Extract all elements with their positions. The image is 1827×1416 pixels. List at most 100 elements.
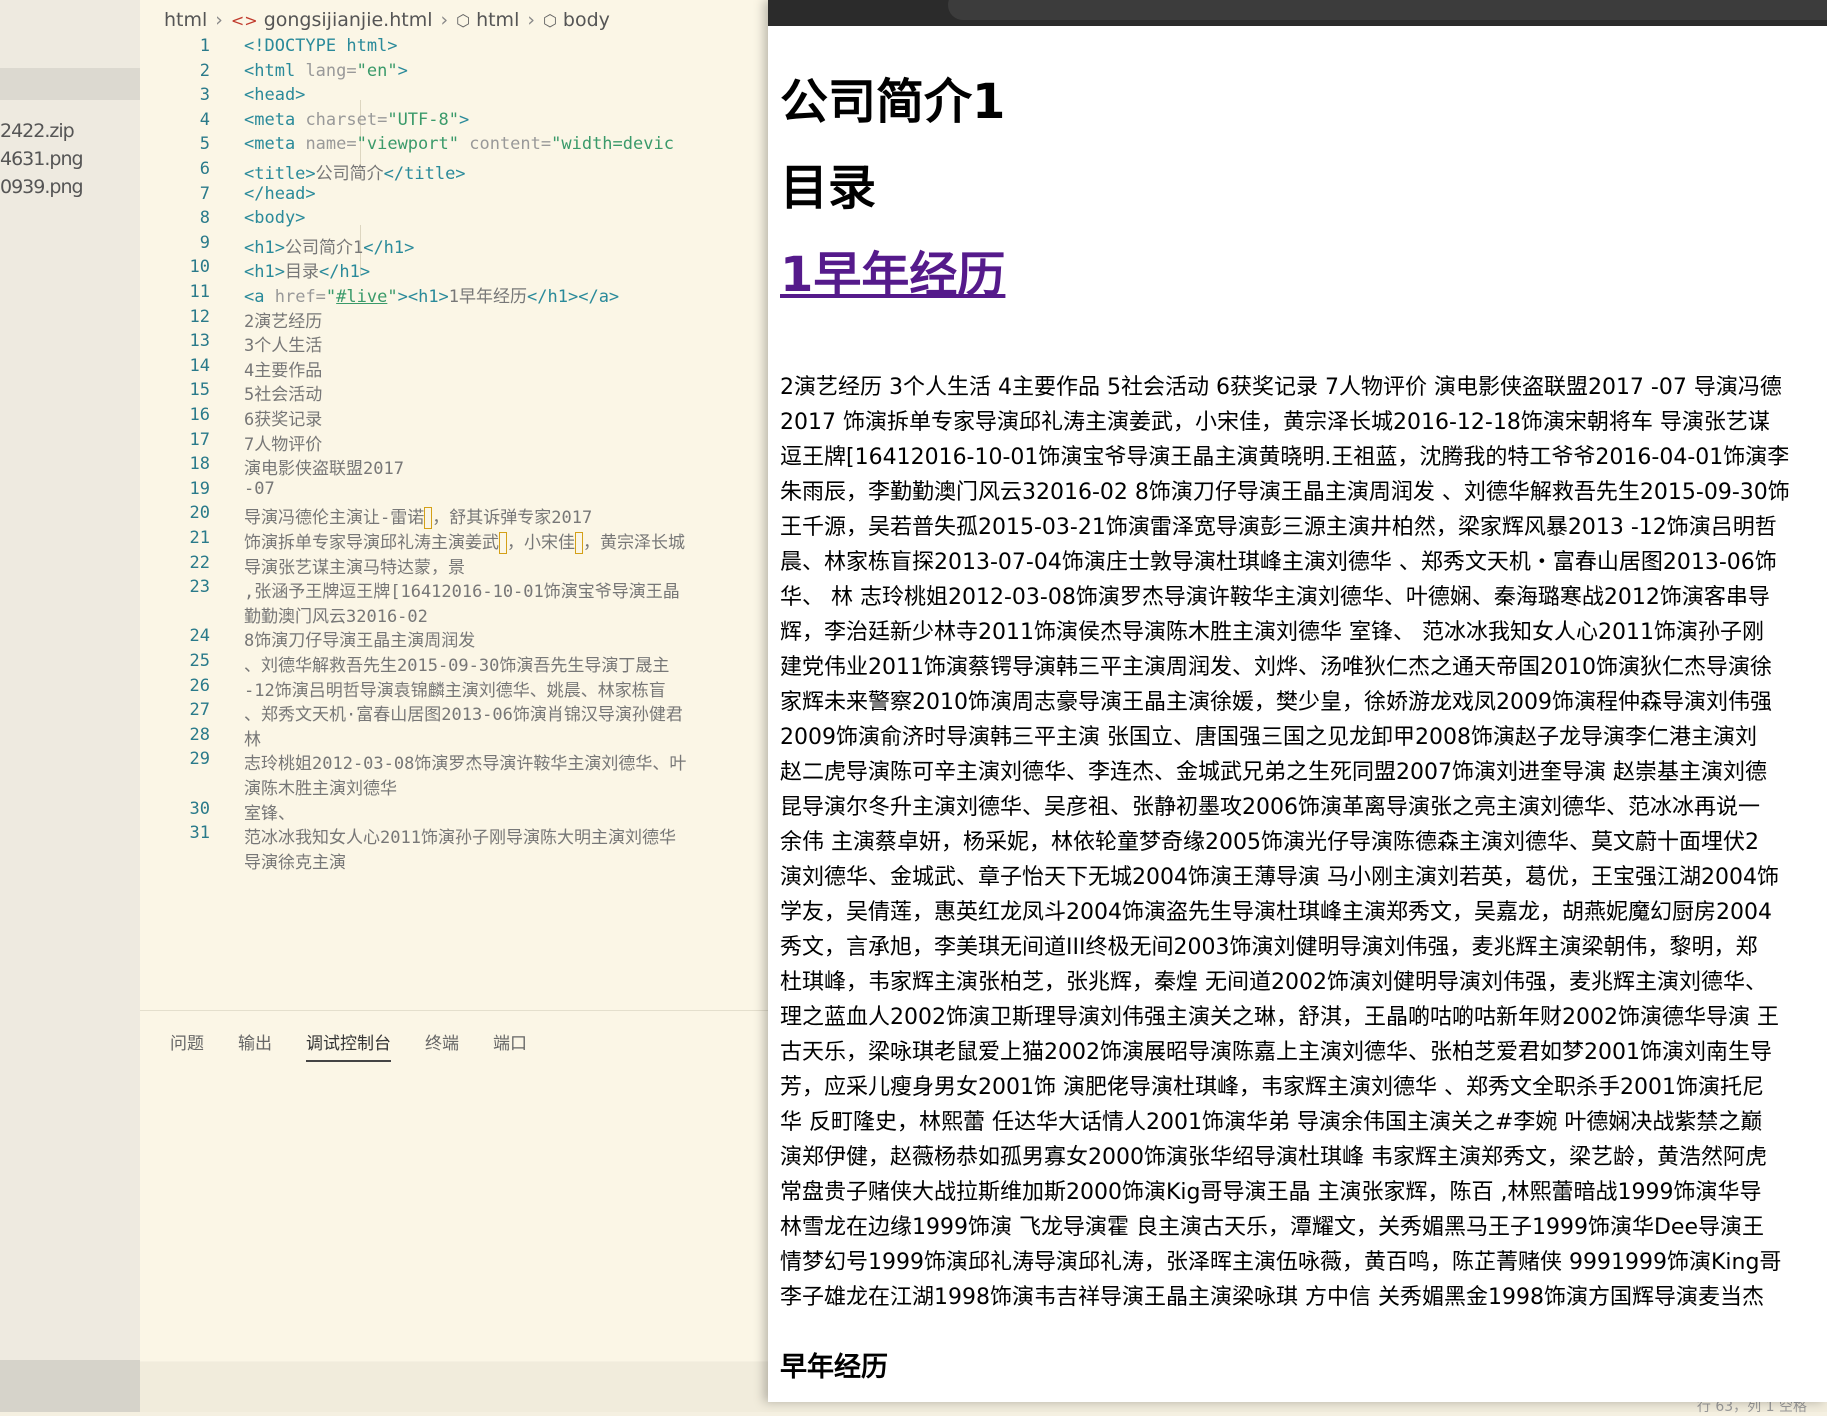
- paragraph-line: 2演艺经历 3个人生活 4主要作品 5社会活动 6获奖记录 7人物评价 演电影侠…: [780, 375, 1782, 400]
- line-number: 9: [199, 232, 210, 253]
- browser-window: 公司简介1 目录 1早年经历 2演艺经历 3个人生活 4主要作品 5社会活动 6…: [768, 0, 1827, 1402]
- line-number: 29: [189, 749, 210, 770]
- code-line[interactable]: <meta name="viewport" content="width=dev…: [244, 134, 674, 154]
- line-number: 20: [189, 503, 210, 524]
- code-line[interactable]: 6获奖记录: [244, 405, 322, 430]
- code-line[interactable]: 范冰冰我知女人心2011饰演孙子刚导演陈大明主演刘德华: [244, 823, 676, 848]
- code-line[interactable]: 演电影侠盗联盟2017: [244, 454, 404, 479]
- element-icon: ⬡: [542, 10, 557, 30]
- panel-tab[interactable]: 调试控制台: [306, 1029, 391, 1062]
- panel-tab[interactable]: 输出: [238, 1029, 272, 1062]
- line-number: 1: [199, 36, 210, 56]
- breadcrumb-item[interactable]: html: [164, 9, 207, 31]
- paragraph-line: 2009饰演俞济时导演韩三平主演 张国立、唐国强三国之见龙卸甲2008饰演赵子龙…: [780, 725, 1757, 750]
- file-item[interactable]: 0939.png: [0, 176, 84, 198]
- code-line[interactable]: 室锋、: [244, 799, 295, 824]
- toc-heading: 目录: [780, 160, 877, 216]
- code-line[interactable]: <h1>公司简介1</h1>: [244, 233, 414, 258]
- paragraph-line: 杜琪峰，韦家辉主演张柏芝，张兆辉，秦煌 无间道2002饰演刘健明导演刘伟强，麦兆…: [780, 970, 1767, 995]
- line-number: 13: [189, 331, 210, 352]
- paragraph-line: 古天乐，梁咏琪老鼠爱上猫2002饰演展昭导演陈嘉上主演刘德华、张柏芝爱君如梦20…: [780, 1040, 1772, 1065]
- paragraph-line: 建党伟业2011饰演蔡锷导演韩三平主演周润发、刘烨、汤唯狄仁杰之通天帝国2010…: [780, 655, 1772, 680]
- code-line[interactable]: 3个人生活: [244, 331, 322, 356]
- line-number: 6: [199, 159, 210, 179]
- panel-tab[interactable]: 终端: [425, 1029, 459, 1062]
- line-number: 22: [189, 552, 210, 573]
- paragraph-line: 晨、林家栋盲探2013-07-04饰演庄士敦导演杜琪峰主演刘德华 、郑秀文天机・…: [780, 550, 1777, 575]
- page-title: 公司简介1: [780, 74, 1006, 130]
- file-item[interactable]: 2422.zip: [0, 120, 75, 142]
- panel-tab[interactable]: 问题: [170, 1029, 204, 1062]
- code-line[interactable]: 4主要作品: [244, 356, 322, 381]
- code-line[interactable]: 、刘德华解救吾先生2015-09-30饰演吾先生导演丁晟主: [244, 651, 669, 676]
- line-number: 21: [189, 528, 210, 548]
- code-line[interactable]: -07: [244, 479, 275, 499]
- breadcrumb-item[interactable]: html: [476, 9, 519, 31]
- code-line[interactable]: <body>: [244, 208, 305, 228]
- paragraph-line: 常盘贵子赌侠大战拉斯维加斯2000饰演Kig哥导演王晶 主演张家辉，陈百 ,林熙…: [780, 1180, 1762, 1205]
- panel-tabs: 问题 输出 调试控制台 终端 端口: [170, 1029, 561, 1062]
- line-number: 17: [189, 429, 210, 450]
- code-line[interactable]: <html lang="en">: [244, 61, 408, 81]
- breadcrumb: html › <> gongsijianjie.html › ⬡ html › …: [140, 0, 768, 40]
- paragraph-line: 演刘德华、金城武、章子怡天下无城2004饰演王薄导演 马小刚主演刘若英，葛优，王…: [780, 865, 1779, 890]
- paragraph-line: 秀文，言承旭，李美琪无间道III终极无间2003饰演刘健明导演刘伟强，麦兆辉主演…: [780, 935, 1758, 960]
- line-number: 10: [189, 257, 210, 278]
- paragraph-line: 学友，吴倩莲，惠英红龙凤斗2004饰演盗先生导演杜琪峰主演郑秀文，吴嘉龙，胡燕妮…: [780, 900, 1772, 925]
- line-number: 19: [189, 478, 210, 499]
- code-line[interactable]: 5社会活动: [244, 380, 322, 405]
- code-editor[interactable]: html › <> gongsijianjie.html › ⬡ html › …: [140, 0, 768, 1010]
- code-line[interactable]: <a href="#live"><h1>1早年经历</h1></a>: [244, 282, 619, 307]
- line-number: 18: [189, 454, 210, 475]
- code-line[interactable]: <head>: [244, 85, 305, 105]
- code-line[interactable]: 7人物评价: [244, 430, 322, 455]
- line-number: 25: [189, 651, 210, 671]
- code-line[interactable]: 、郑秀文天机·富春山居图2013-06饰演肖锦汉导演孙健君: [244, 700, 683, 725]
- paragraph-line: 情梦幻号1999饰演邱礼涛导演邱礼涛，张泽晖主演伍咏薇，黄百鸣，陈芷菁赌侠 99…: [780, 1250, 1782, 1275]
- code-line[interactable]: <h1>目录</h1>: [244, 257, 370, 282]
- explorer-selected-row[interactable]: [0, 68, 140, 100]
- paragraph-line: 余伟 主演蔡卓妍，杨采妮，林依轮童梦奇缘2005饰演光仔导演陈德森主演刘德华、莫…: [780, 830, 1759, 855]
- paragraph-line: 华 反町隆史，林熙蕾 任达华大话情人2001饰演华弟 导演余伟国主演关之#李婉 …: [780, 1110, 1763, 1135]
- code-line[interactable]: 饰演拆单专家导演邱礼涛主演姜武 ，小宋佳 ，黄宗泽长城: [244, 528, 685, 554]
- panel-tab[interactable]: 端口: [493, 1029, 527, 1062]
- line-number: 5: [199, 134, 210, 155]
- code-line[interactable]: </head>: [244, 184, 316, 204]
- line-number: 27: [189, 700, 210, 721]
- paragraph-line: 辉，李治廷新少林寺2011饰演侯杰导演陈木胜主演刘德华 室锋、 范冰冰我知女人心…: [780, 620, 1764, 645]
- filmography-paragraph: 2演艺经历 3个人生活 4主要作品 5社会活动 6获奖记录 7人物评价 演电影侠…: [780, 370, 1827, 1315]
- code-line[interactable]: 2演艺经历: [244, 307, 322, 332]
- code-line[interactable]: 导演冯德伦主演让-雷诺 ，舒其诉弹专家2017: [244, 503, 592, 530]
- code-line[interactable]: 林: [244, 725, 261, 750]
- paragraph-line: 2017 饰演拆单专家导演邱礼涛主演姜武，小宋佳，黄宗泽长城2016-12-18…: [780, 410, 1770, 435]
- line-number: 28: [189, 724, 210, 745]
- code-line[interactable]: 演陈木胜主演刘德华: [244, 774, 397, 799]
- line-number: 12: [189, 306, 210, 327]
- breadcrumb-item[interactable]: gongsijianjie.html: [264, 9, 433, 31]
- html-file-icon: <>: [230, 10, 258, 30]
- code-line[interactable]: <meta charset="UTF-8">: [244, 110, 469, 130]
- code-line[interactable]: <title>公司简介</title>: [244, 159, 466, 184]
- code-line[interactable]: 志玲桃姐2012-03-08饰演罗杰导演许鞍华主演刘德华、叶: [244, 749, 686, 774]
- line-number: 30: [189, 798, 210, 819]
- chevron-right-icon: ›: [440, 9, 449, 31]
- paragraph-line: 逗王牌[16412016-10-01饰演宝爷导演王晶主演黄晓明.王祖蓝，沈腾我的…: [780, 445, 1790, 470]
- paragraph-line: 李子雄龙在江湖1998饰演韦吉祥导演王晶主演梁咏琪 方中信 关秀媚黑金1998饰…: [780, 1285, 1764, 1310]
- chevron-right-icon: ›: [527, 9, 535, 31]
- code-line[interactable]: 勤勤澳门风云32016-02: [244, 602, 428, 627]
- line-number: 31: [189, 823, 210, 844]
- code-line[interactable]: -12饰演吕明哲导演袁锦麟主演刘德华、姚晨、林家栋盲: [244, 676, 666, 701]
- address-bar[interactable]: [948, 0, 1827, 20]
- code-line[interactable]: ,张涵予王牌逗王牌[16412016-10-01饰演宝爷导演王晶: [244, 577, 680, 602]
- code-line[interactable]: 导演张艺谋主演马特达蒙，景: [244, 553, 465, 578]
- file-item[interactable]: 4631.png: [0, 148, 84, 170]
- line-number: 8: [199, 208, 210, 229]
- code-line[interactable]: 8饰演刀仔导演王晶主演周润发: [244, 626, 475, 651]
- line-number: 14: [189, 355, 210, 376]
- breadcrumb-item[interactable]: body: [563, 9, 610, 31]
- code-line[interactable]: <!DOCTYPE html>: [244, 36, 398, 56]
- paragraph-line: 华、 林 志玲桃姐2012-03-08饰演罗杰导演许鞍华主演刘德华、叶德娴、秦海…: [780, 585, 1770, 610]
- bottom-panel: 问题输出调试控制台终端端口 >: [140, 1010, 768, 1386]
- code-line[interactable]: 导演徐克主演: [244, 848, 346, 873]
- early-career-link[interactable]: 1早年经历: [780, 247, 1005, 303]
